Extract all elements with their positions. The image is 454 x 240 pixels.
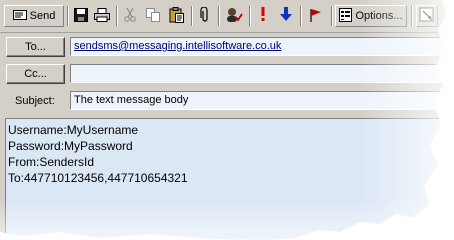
body-line: To:447710123456,447710654321 [8, 171, 188, 185]
subject-label: Subject: [15, 95, 55, 107]
help-button[interactable] [416, 5, 438, 27]
toolbar-separator [249, 6, 251, 26]
toolbar-separator [218, 6, 220, 26]
to-button[interactable]: To... [6, 37, 65, 57]
to-button-label: To... [25, 41, 46, 53]
toolbar-separator [191, 6, 193, 26]
save-button[interactable] [72, 5, 90, 27]
options-icon [339, 7, 353, 25]
message-body[interactable]: Username:MyUsername Password:MyPassword … [5, 118, 454, 240]
attach-button[interactable] [196, 5, 214, 27]
paste-icon [169, 6, 185, 26]
options-button[interactable]: Options... [335, 5, 407, 27]
cc-field[interactable] [70, 64, 454, 83]
help-icon [419, 7, 435, 26]
send-label: Send [29, 10, 56, 22]
toolbar-separator [331, 6, 333, 26]
to-field[interactable]: sendsms@messaging.intellisoftware.co.uk [70, 37, 454, 56]
toolbar-separator [67, 6, 69, 26]
print-icon [94, 7, 110, 25]
toolbar-separator [116, 6, 118, 26]
check-names-button[interactable] [223, 5, 245, 27]
print-button[interactable] [92, 5, 112, 27]
cut-icon [124, 7, 136, 25]
flag-button[interactable] [305, 5, 327, 27]
body-line: From:SendersId [8, 155, 95, 169]
send-button[interactable]: Send [4, 5, 64, 27]
body-line: Password:MyPassword [8, 139, 133, 153]
importance-high-icon [260, 7, 266, 25]
cut-button[interactable] [121, 5, 139, 27]
toolbar: Send Options... [0, 0, 454, 33]
cc-button[interactable]: Cc... [6, 64, 65, 84]
copy-icon [146, 7, 160, 25]
subject-field[interactable]: The text message body [70, 91, 454, 110]
paste-button[interactable] [166, 5, 188, 27]
cc-button-label: Cc... [24, 68, 47, 80]
check-names-icon [225, 7, 243, 26]
toolbar-separator [411, 6, 413, 26]
toolbar-separator [300, 6, 302, 26]
copy-button[interactable] [143, 5, 163, 27]
attach-icon [200, 5, 210, 26]
importance-high-button[interactable] [254, 5, 272, 27]
importance-low-button[interactable] [276, 5, 296, 27]
importance-low-icon [280, 7, 292, 25]
options-label: Options... [355, 10, 403, 22]
send-icon [12, 9, 27, 24]
save-icon [74, 7, 88, 25]
body-line: Username:MyUsername [8, 123, 139, 137]
message-compose-window: Send Options... To... sendsms@messaging.… [0, 0, 454, 240]
flag-icon [309, 8, 323, 25]
